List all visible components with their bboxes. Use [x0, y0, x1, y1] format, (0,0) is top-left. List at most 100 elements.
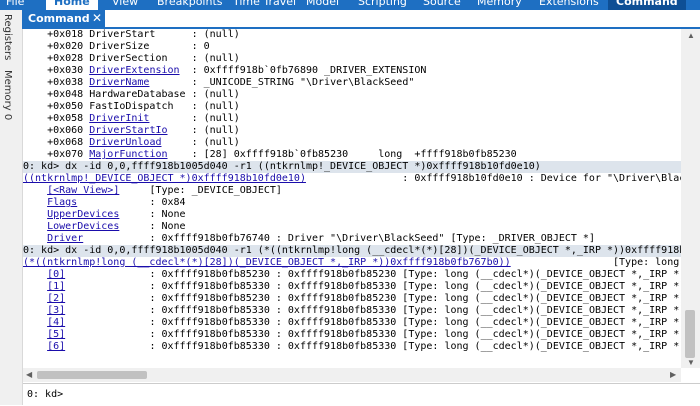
output-link[interactable]: ((ntkrnlmp!_DEVICE_OBJECT *)0xffff918b10… — [23, 173, 306, 184]
command-bar: 0: kd> — [23, 383, 700, 406]
command-input[interactable] — [66, 386, 696, 402]
output-link[interactable]: UpperDevices — [47, 209, 119, 220]
ribbon-tab-model[interactable]: Model — [306, 0, 339, 8]
ribbon-tab-bar: File Home View Breakpoints Time Travel M… — [0, 0, 700, 10]
ribbon-tab-view[interactable]: View — [112, 0, 138, 8]
output-text: +0x050 FastIoDispatch : (null) — [23, 101, 240, 112]
ribbon-tab-breakpoints[interactable]: Breakpoints — [157, 0, 223, 8]
output-link[interactable]: [6] — [47, 341, 65, 352]
command-window-tab[interactable]: Command ✕ — [22, 10, 105, 27]
vertical-scroll-thumb[interactable] — [685, 310, 695, 358]
output-link[interactable]: [1] — [47, 281, 65, 292]
scroll-right-icon[interactable]: ▶ — [670, 371, 676, 379]
output-link[interactable]: Flags — [47, 197, 77, 208]
vertical-scrollbar[interactable]: ▲ ▼ — [681, 29, 700, 368]
ribbon-tab-extensions[interactable]: Extensions — [539, 0, 599, 8]
output-line: 0: kd> dx -id 0,0,ffff918b1005d040 -r1 (… — [23, 161, 681, 173]
output-text: : 0xffff918b0fb85230 : 0xffff918b0fb8523… — [65, 293, 681, 304]
output-link[interactable]: [0] — [47, 269, 65, 280]
output-line: UpperDevices : None — [23, 209, 681, 221]
output-link[interactable]: [3] — [47, 305, 65, 316]
output-line: [3] : 0xffff918b0fb85330 : 0xffff918b0fb… — [23, 305, 681, 317]
output-link[interactable]: Driver — [47, 233, 83, 244]
output-line: +0x070 MajorFunction : [28] 0xffff918b`0… — [23, 149, 681, 161]
output-text: : (null) — [161, 137, 240, 148]
output-line: +0x068 DriverUnload : (null) — [23, 137, 681, 149]
output-line: [4] : 0xffff918b0fb85330 : 0xffff918b0fb… — [23, 317, 681, 329]
output-text: : (null) — [167, 125, 240, 136]
output-text: : 0x84 — [77, 197, 186, 208]
output-text: : 0xffff918b10fd0e10 : Device for "\Driv… — [305, 173, 681, 184]
ribbon-tab-command[interactable]: Command — [608, 0, 686, 10]
horizontal-scrollbar[interactable]: ◀ ▶ — [23, 368, 681, 382]
output-text: +0x060 — [23, 125, 90, 136]
output-text: +0x020 DriverSize : 0 — [23, 41, 210, 52]
output-line: [5] : 0xffff918b0fb85330 : 0xffff918b0fb… — [23, 329, 681, 341]
side-tab-registers[interactable]: Registers — [2, 14, 13, 60]
close-icon[interactable]: ✕ — [92, 11, 102, 25]
output-line: +0x060 DriverStartIo : (null) — [23, 125, 681, 137]
output-link[interactable]: [2] — [47, 293, 65, 304]
command-tab-label: Command — [28, 12, 90, 25]
scroll-left-icon[interactable]: ◀ — [26, 371, 32, 379]
output-text: : (null) — [149, 113, 240, 124]
output-line: +0x018 DriverStart : (null) — [23, 29, 681, 41]
output-line: Driver : 0xffff918b0fb76740 : Driver "\D… — [23, 233, 681, 245]
output-line: Flags : 0x84 — [23, 197, 681, 209]
output-line: +0x028 DriverSection : (null) — [23, 53, 681, 65]
output-link[interactable]: DriverStartIo — [89, 125, 167, 136]
output-link[interactable]: DriverUnload — [89, 137, 161, 148]
output-line: +0x058 DriverInit : (null) — [23, 113, 681, 125]
output-line: ((ntkrnlmp!_DEVICE_OBJECT *)0xffff918b10… — [23, 173, 681, 185]
output-line: [<Raw View>] [Type: _DEVICE_OBJECT] — [23, 185, 681, 197]
output-link[interactable]: DriverExtension — [89, 65, 179, 76]
ribbon-tab-time-travel[interactable]: Time Travel — [233, 0, 296, 8]
output-link[interactable]: [4] — [47, 317, 65, 328]
output-line: [2] : 0xffff918b0fb85230 : 0xffff918b0fb… — [23, 293, 681, 305]
output-link[interactable]: [<Raw View>] — [47, 185, 119, 196]
ribbon-tab-source[interactable]: Source — [423, 0, 461, 8]
output-text: +0x058 — [23, 113, 90, 124]
ribbon-tab-memory[interactable]: Memory — [477, 0, 522, 8]
output-line: 0: kd> dx -id 0,0,ffff918b1005d040 -r1 (… — [23, 245, 681, 257]
output-text: 0: kd> dx -id 0,0,ffff918b1005d040 -r1 (… — [23, 245, 681, 256]
ribbon-tab-scripting[interactable]: Scripting — [358, 0, 407, 8]
output-text: +0x018 DriverStart : (null) — [23, 29, 240, 40]
output-text: : 0xffff918b0fb85330 : 0xffff918b0fb8533… — [65, 305, 681, 316]
command-output: +0x018 DriverStart : (null) +0x020 Drive… — [23, 29, 681, 368]
output-line: [0] : 0xffff918b0fb85230 : 0xffff918b0fb… — [23, 269, 681, 281]
command-prompt: 0: kd> — [27, 389, 64, 400]
output-line: +0x048 HardwareDatabase : (null) — [23, 89, 681, 101]
output-text: : 0xffff918b0fb85330 : 0xffff918b0fb8533… — [65, 281, 681, 292]
output-text: : 0xffff918b`0fb76890 _DRIVER_EXTENSION — [179, 65, 427, 76]
output-text: +0x030 — [23, 65, 90, 76]
scroll-down-icon[interactable]: ▼ — [687, 359, 695, 367]
output-link[interactable]: (*((ntkrnlmp!long (__cdecl*(*)[28])(_DEV… — [23, 257, 511, 268]
output-text: : None — [119, 221, 186, 232]
output-link[interactable]: LowerDevices — [47, 221, 119, 232]
output-text: 0: kd> dx -id 0,0,ffff918b1005d040 -r1 (… — [23, 161, 541, 172]
output-link[interactable]: DriverName — [89, 77, 149, 88]
output-text: +0x048 HardwareDatabase : (null) — [23, 89, 240, 100]
output-link[interactable]: [5] — [47, 329, 65, 340]
output-text: +0x068 — [23, 137, 90, 148]
output-text: : 0xffff918b0fb85330 : 0xffff918b0fb8533… — [65, 341, 681, 352]
scroll-up-icon[interactable]: ▲ — [687, 32, 695, 40]
ribbon-tab-file[interactable]: File — [6, 0, 24, 8]
output-line: +0x020 DriverSize : 0 — [23, 41, 681, 53]
output-link[interactable]: DriverInit — [89, 113, 149, 124]
output-line: [6] : 0xffff918b0fb85330 : 0xffff918b0fb… — [23, 341, 681, 353]
output-line: LowerDevices : None — [23, 221, 681, 233]
output-text: : 0xffff918b0fb76740 : Driver "\Driver\B… — [83, 233, 595, 244]
output-text: : 0xffff918b0fb85330 : 0xffff918b0fb8533… — [65, 329, 681, 340]
ribbon-tab-home[interactable]: Home — [46, 0, 98, 10]
output-link[interactable]: MajorFunction — [89, 149, 167, 160]
side-tab-memory-0[interactable]: Memory 0 — [2, 70, 13, 120]
output-text: +0x070 — [23, 149, 90, 160]
output-line: +0x050 FastIoDispatch : (null) — [23, 101, 681, 113]
horizontal-scroll-thumb[interactable] — [37, 371, 147, 379]
